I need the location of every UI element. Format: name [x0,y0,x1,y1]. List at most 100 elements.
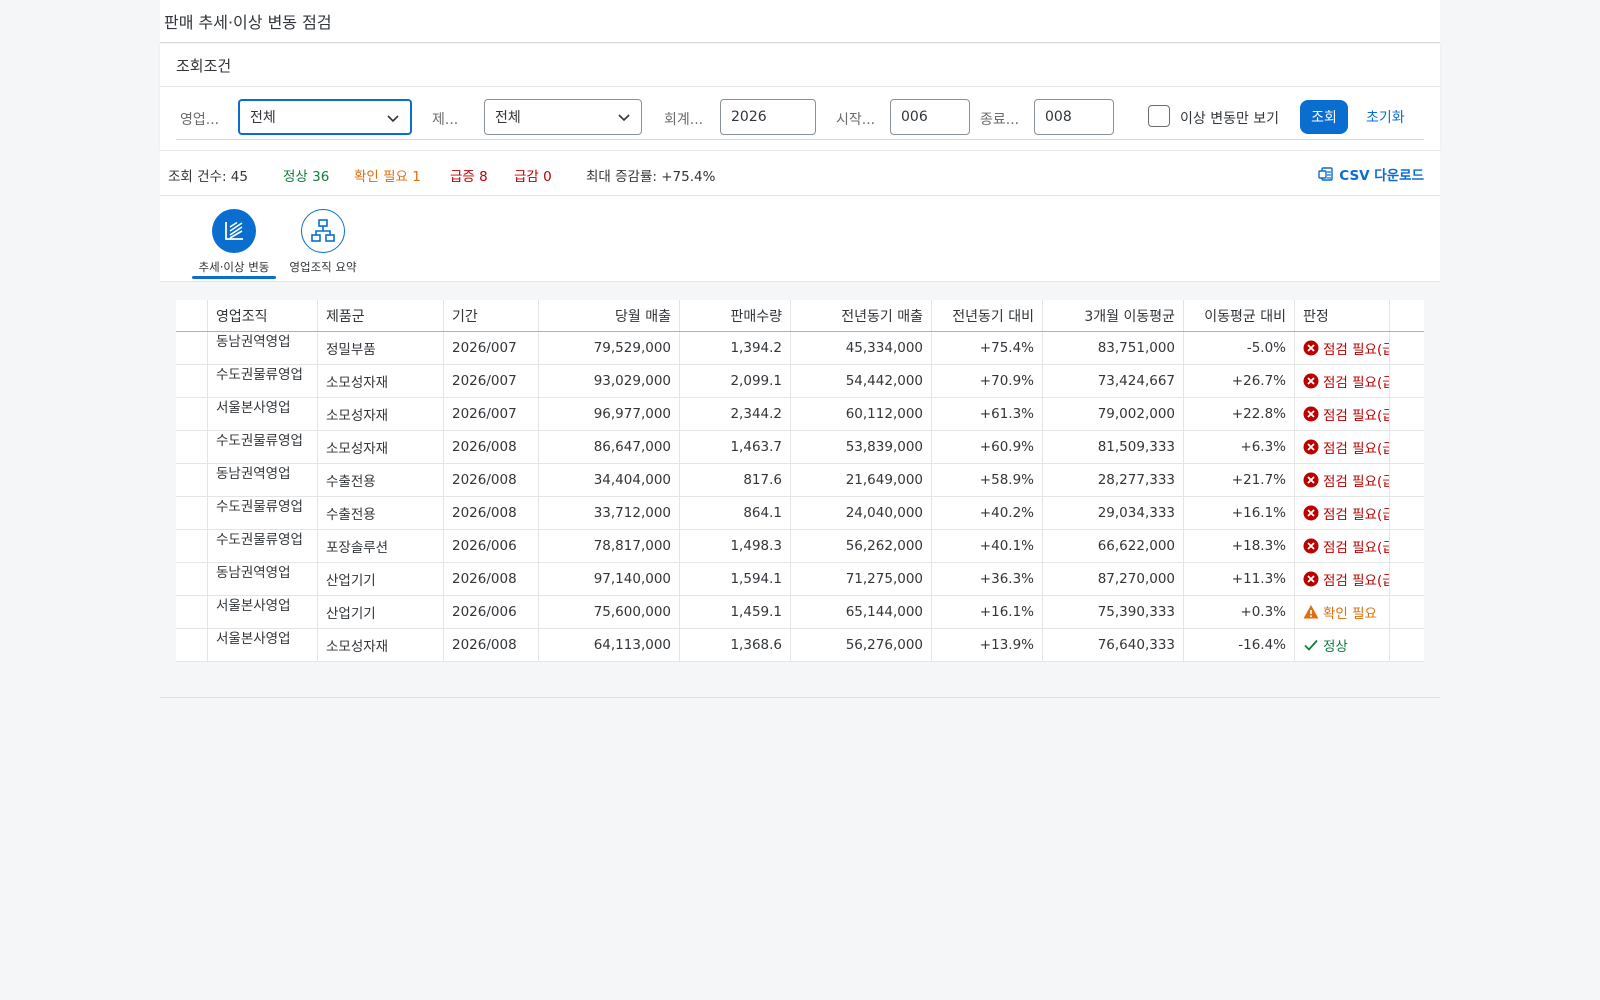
cell-prev-sales: 45,334,000 [791,332,932,364]
cell-prev-sales: 60,112,000 [791,398,932,430]
cell-ma-diff: +6.3% [1184,431,1295,463]
cell-product-group: 포장솔루션 [318,530,444,562]
cell-moving-avg: 76,640,333 [1043,629,1184,661]
anomaly-only-label[interactable]: 이상 변동만 보기 [1180,108,1279,128]
cell-product-group: 정밀부품 [318,332,444,364]
filter-label-product-group: 제... [432,112,459,128]
cell-verdict: 점검 필요(급증) [1295,431,1390,463]
sales-org-select[interactable]: 전체 [238,99,412,135]
col-header-sales[interactable]: 당월 매출 [539,300,680,331]
table-area: 영업조직 제품군 기간 당월 매출 판매수량 전년동기 매출 전년동기 대비 3… [160,282,1440,698]
cell-ma-diff: +16.1% [1184,497,1295,529]
search-button[interactable]: 조회 [1300,100,1348,134]
cell-ma-diff: -16.4% [1184,629,1295,661]
cell-verdict: 확인 필요 [1295,596,1390,628]
cell-sales: 96,977,000 [539,398,680,430]
cell-quantity: 2,344.2 [680,398,791,430]
col-header-moving-avg[interactable]: 3개월 이동평균 [1043,300,1184,331]
col-header-sales-org[interactable]: 영업조직 [208,300,318,331]
row-selector[interactable] [176,563,208,595]
tab-trend-anomaly[interactable]: 추세·이상 변동 [184,209,284,279]
row-selector[interactable] [176,431,208,463]
row-selector[interactable] [176,365,208,397]
error-icon [1303,406,1323,422]
table-row[interactable]: 수도권물류영업 포장솔루션 2026/006 78,817,000 1,498.3 56,… [176,530,1424,563]
cell-prev-sales: 56,262,000 [791,530,932,562]
col-header-period[interactable]: 기간 [444,300,539,331]
col-header-product-group[interactable]: 제품군 [318,300,444,331]
cell-sales: 75,600,000 [539,596,680,628]
cell-sales-org: 동남권역영업 [208,464,318,496]
table-row[interactable]: 수도권물류영업 수출전용 2026/008 33,712,000 864.1 24,040… [176,497,1424,530]
filter-label-end-period: 종료... [980,112,1020,128]
filter-row: 영업... 전체 제... 전체 회계... 2026 시작... 006 종료… [176,99,1424,140]
row-selector[interactable] [176,530,208,562]
col-header-yoy[interactable]: 전년동기 대비 [932,300,1043,331]
row-selector[interactable] [176,629,208,661]
product-group-select[interactable]: 전체 [484,99,642,135]
col-header-ma-diff[interactable]: 이동평균 대비 [1184,300,1295,331]
cell-yoy: +16.1% [932,596,1043,628]
trend-chart-icon [212,209,256,253]
col-header-quantity[interactable]: 판매수량 [680,300,791,331]
page-title: 판매 추세·이상 변동 점검 [164,13,332,32]
check-count: 확인 필요 1 [354,169,421,185]
cell-period: 2026/008 [444,497,539,529]
error-icon [1303,505,1323,521]
cell-yoy: +70.9% [932,365,1043,397]
max-rate: 최대 증감률: +75.4% [586,169,716,185]
row-selector[interactable] [176,464,208,496]
table-row[interactable]: 동남권역영업 산업기기 2026/008 97,140,000 1,594.1 71,27… [176,563,1424,596]
verdict-status: 점검 필요(급증) [1303,569,1389,589]
verdict-status: 점검 필요(급증) [1303,470,1389,490]
table-row[interactable]: 수도권물류영업 소모성자재 2026/008 86,647,000 1,463.7 53,… [176,431,1424,464]
cell-quantity: 1,594.1 [680,563,791,595]
table-row[interactable]: 서울본사영업 소모성자재 2026/008 64,113,000 1,368.6 56,2… [176,629,1424,662]
cell-yoy: +40.1% [932,530,1043,562]
cell-prev-sales: 65,144,000 [791,596,932,628]
cell-ma-diff: +18.3% [1184,530,1295,562]
cell-moving-avg: 66,622,000 [1043,530,1184,562]
tab-org-summary[interactable]: 영업조직 요약 [273,209,373,275]
cell-sales-org: 서울본사영업 [208,596,318,628]
cell-prev-sales: 53,839,000 [791,431,932,463]
filter-label-fiscal-year: 회계... [664,112,704,128]
cell-prev-sales: 56,276,000 [791,629,932,661]
cell-product-group: 소모성자재 [318,365,444,397]
start-period-input[interactable]: 006 [890,99,970,135]
cell-sales: 34,404,000 [539,464,680,496]
verdict-text: 점검 필요(급증) [1323,441,1389,457]
table-row[interactable]: 수도권물류영업 소모성자재 2026/007 93,029,000 2,099.1 54,… [176,365,1424,398]
reset-button[interactable]: 초기화 [1358,100,1413,134]
table-row[interactable]: 서울본사영업 소모성자재 2026/007 96,977,000 2,344.2 60,1… [176,398,1424,431]
csv-download-label: CSV 다운로드 [1339,168,1424,184]
cell-verdict: 점검 필요(급증) [1295,365,1390,397]
verdict-text: 점검 필요(급증) [1323,408,1389,424]
table-row[interactable]: 동남권역영업 정밀부품 2026/007 79,529,000 1,394.2 45,33… [176,332,1424,365]
cell-verdict: 점검 필요(급증) [1295,497,1390,529]
csv-download-button[interactable]: CSV 다운로드 [1318,164,1424,184]
end-period-input[interactable]: 008 [1034,99,1114,135]
row-selector[interactable] [176,596,208,628]
col-header-prev-sales[interactable]: 전년동기 매출 [791,300,932,331]
cell-sales: 93,029,000 [539,365,680,397]
row-selector[interactable] [176,398,208,430]
error-icon [1303,472,1323,488]
fiscal-year-input[interactable]: 2026 [720,99,816,135]
error-icon [1303,373,1323,389]
cell-ma-diff: +0.3% [1184,596,1295,628]
table-row[interactable]: 서울본사영업 산업기기 2026/006 75,600,000 1,459.1 65,14… [176,596,1424,629]
verdict-text: 점검 필요(급증) [1323,573,1389,589]
row-selector[interactable] [176,332,208,364]
row-selector[interactable] [176,497,208,529]
row-selector-header [176,300,208,331]
cell-moving-avg: 28,277,333 [1043,464,1184,496]
cell-quantity: 1,463.7 [680,431,791,463]
col-header-verdict[interactable]: 판정 [1295,300,1390,331]
cell-sales-org: 서울본사영업 [208,398,318,430]
selected-tab-indicator [192,276,276,279]
cell-moving-avg: 29,034,333 [1043,497,1184,529]
anomaly-only-checkbox[interactable] [1148,105,1170,127]
fiscal-year-input-value: 2026 [731,109,767,125]
table-row[interactable]: 동남권역영업 수출전용 2026/008 34,404,000 817.6 21,649,… [176,464,1424,497]
